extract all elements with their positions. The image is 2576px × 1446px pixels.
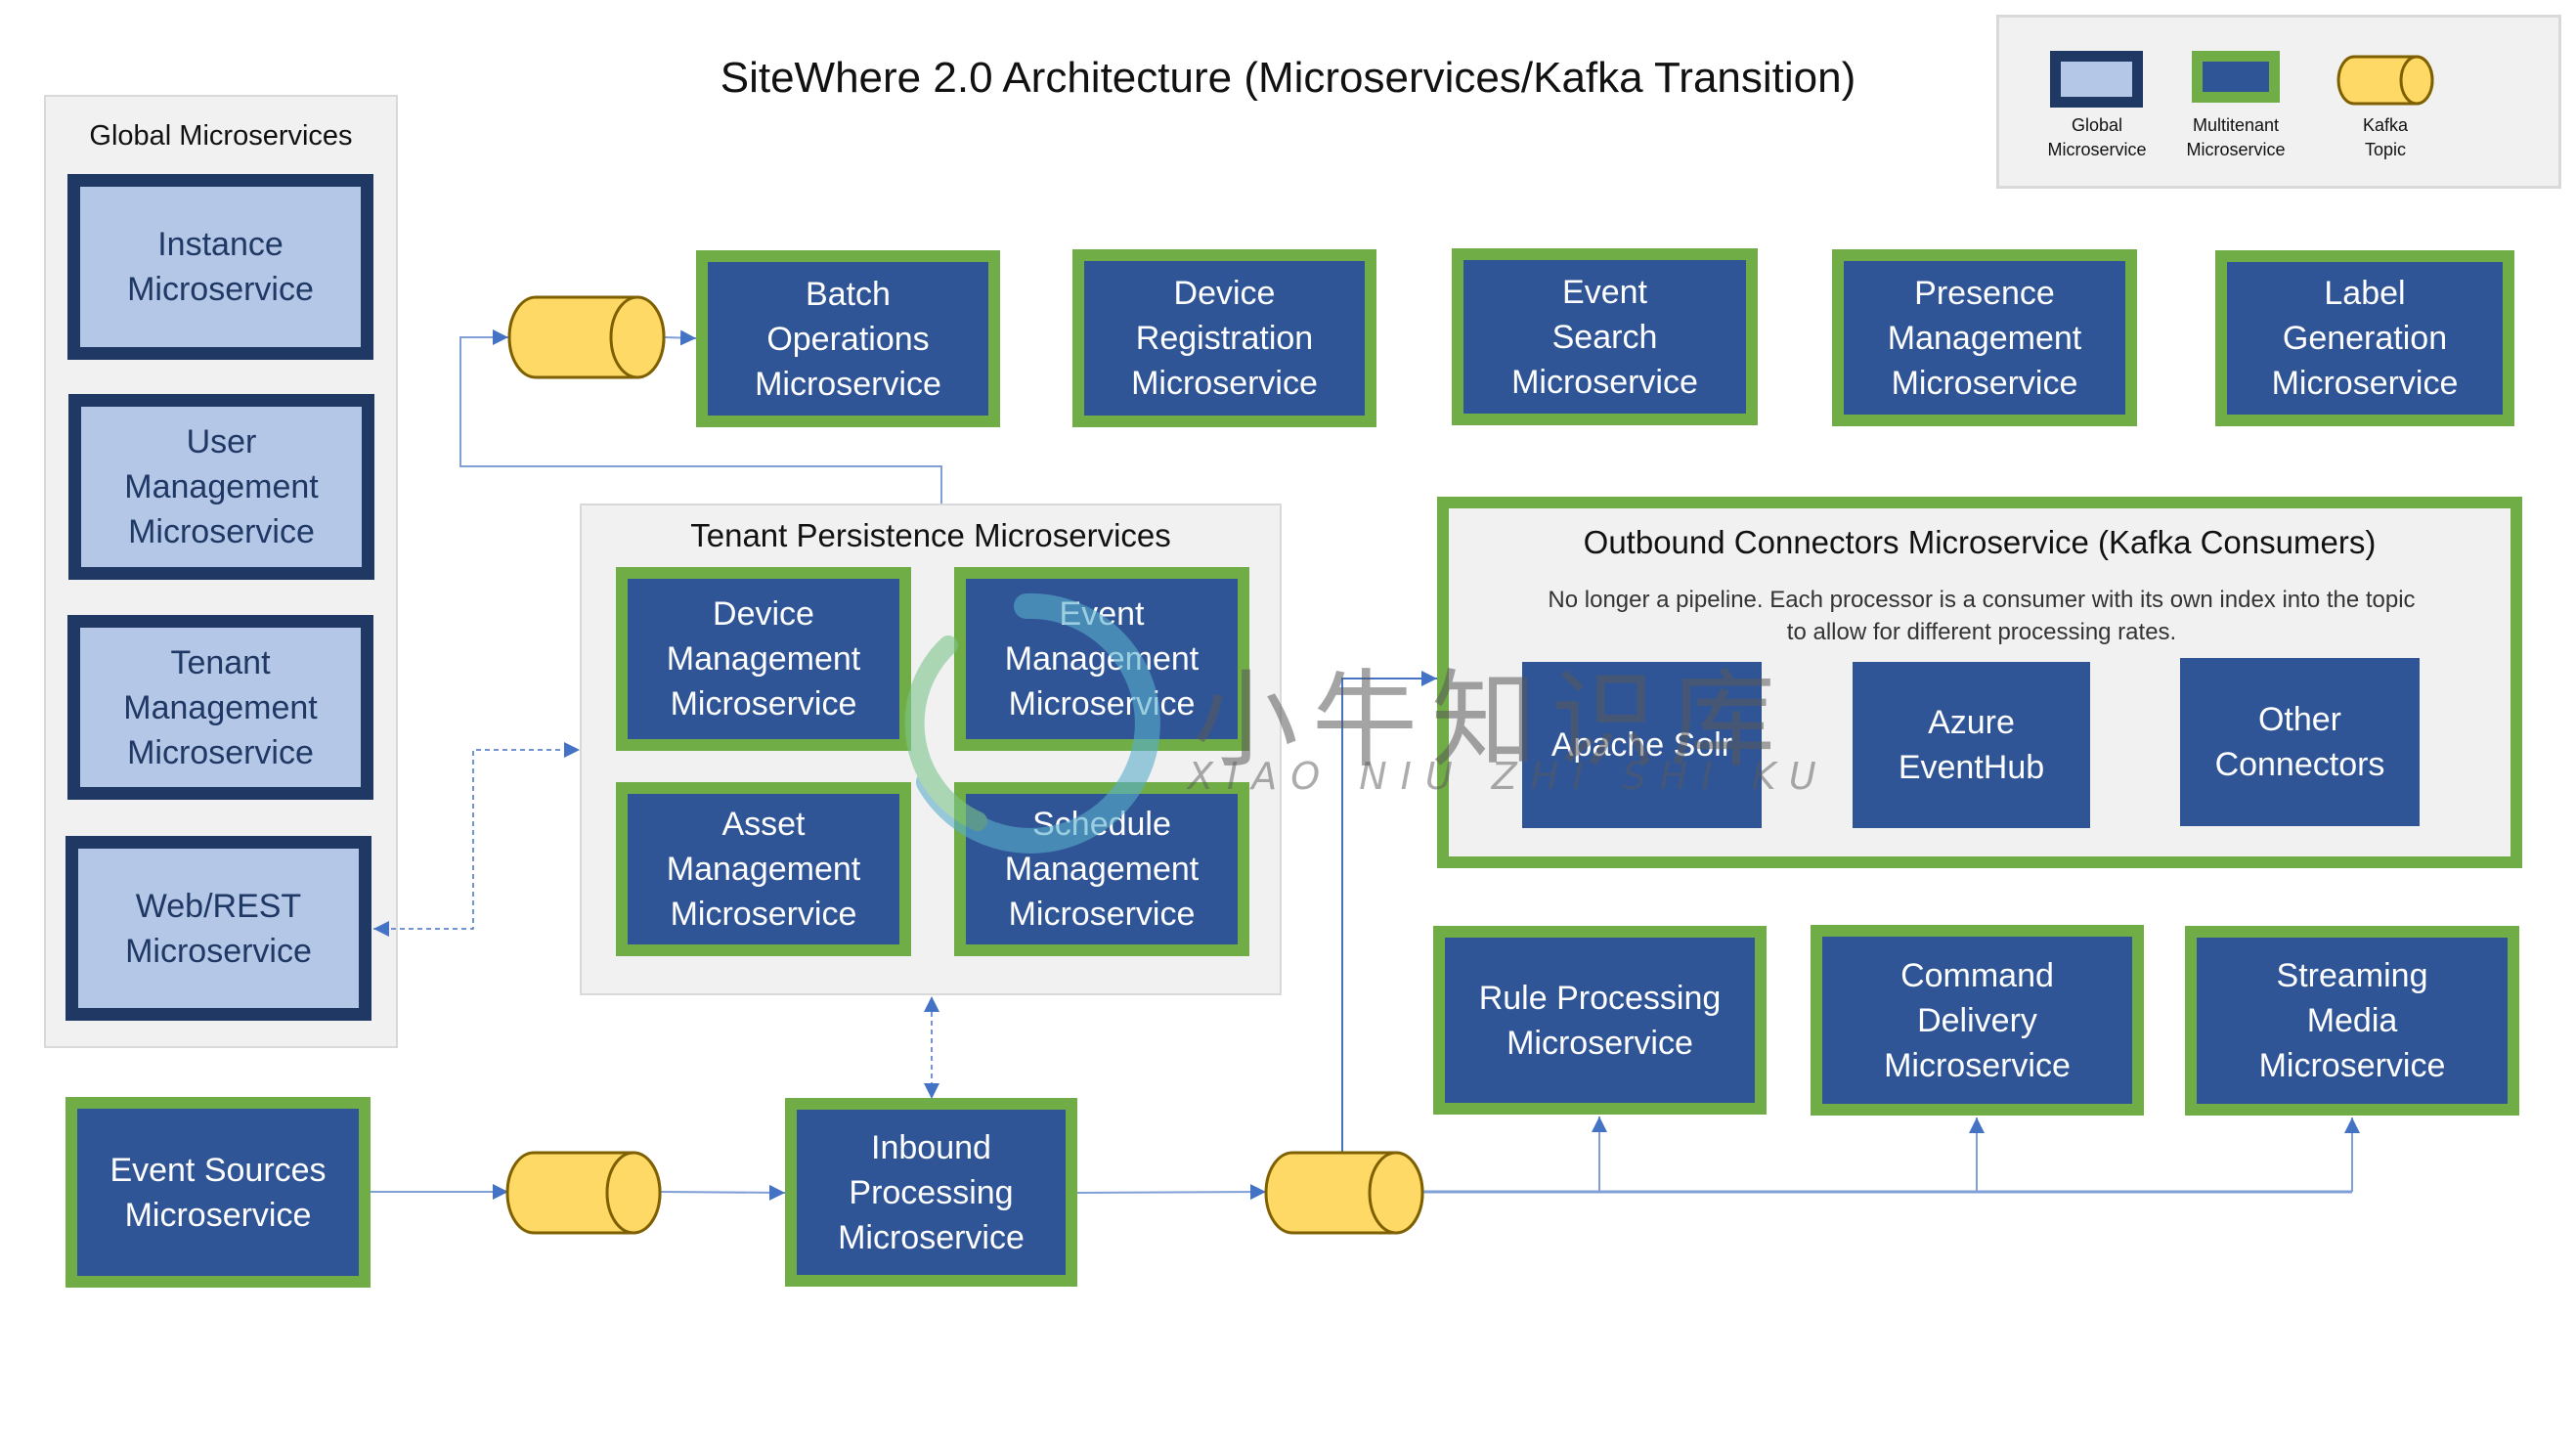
connector-lines: [371, 295, 2360, 1235]
kafka-topic-event-sources-icon[interactable]: [505, 1151, 662, 1235]
webrest-persistence-dashed-line: [373, 742, 580, 930]
kafka-topic-inbound-events-icon[interactable]: [1264, 1151, 1424, 1235]
webrest-arrowhead: [373, 921, 389, 937]
topic-to-inbound-line: [659, 1184, 786, 1201]
inbound-down-arrowhead: [924, 1083, 939, 1099]
batch-topic-to-batch-line: [664, 329, 697, 346]
persistence-up-arrowhead: [924, 996, 939, 1012]
inbound-to-events-topic-line: [1076, 1184, 1267, 1201]
kafka-topic-batch-icon[interactable]: [507, 295, 666, 379]
events-topic-to-outbound-line: [1341, 671, 1437, 1152]
